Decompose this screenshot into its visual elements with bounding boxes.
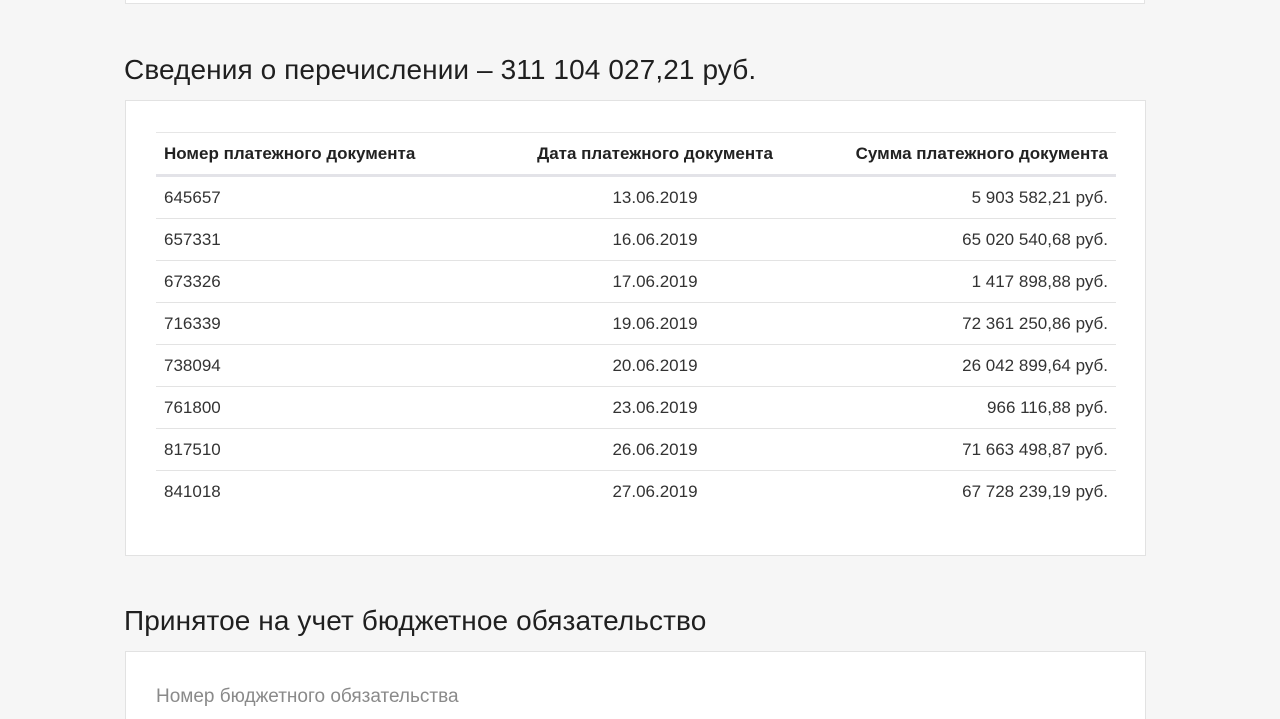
payment-number: 657331 (156, 218, 482, 261)
payment-date: 19.06.2019 (482, 302, 828, 345)
payment-number: 716339 (156, 302, 482, 345)
table-row: 645657 13.06.2019 5 903 582,21 руб. (156, 175, 1116, 219)
payment-date: 16.06.2019 (482, 218, 828, 261)
table-row: 761800 23.06.2019 966 116,88 руб. (156, 386, 1116, 429)
payments-table-header: Номер платежного документа Дата платежно… (156, 132, 1116, 177)
transfers-card: Номер платежного документа Дата платежно… (125, 100, 1146, 556)
payment-amount: 65 020 540,68 руб. (828, 218, 1116, 261)
payment-amount: 5 903 582,21 руб. (828, 175, 1116, 219)
payment-date: 13.06.2019 (482, 175, 828, 219)
payments-table-body: 645657 13.06.2019 5 903 582,21 руб. 6573… (156, 175, 1116, 513)
previous-section-card (125, 0, 1145, 4)
payment-date: 26.06.2019 (482, 428, 828, 471)
table-row: 673326 17.06.2019 1 417 898,88 руб. (156, 260, 1116, 303)
payment-number: 841018 (164, 481, 221, 501)
payment-date: 17.06.2019 (482, 260, 828, 303)
payment-date: 23.06.2019 (482, 386, 828, 429)
payment-amount: 966 116,88 руб. (828, 386, 1116, 429)
payment-date: 20.06.2019 (482, 344, 828, 387)
payment-amount: 26 042 899,64 руб. (828, 344, 1116, 387)
payment-amount: 1 417 898,88 руб. (828, 260, 1116, 303)
payment-amount: 71 663 498,87 руб. (828, 428, 1116, 471)
table-row: 841018 27.06.2019 67 728 239,19 руб. (156, 471, 1116, 513)
obligation-number-label: Номер бюджетного обязательства (156, 686, 459, 707)
obligation-title: Принятое на учет бюджетное обязательство (124, 605, 707, 636)
column-header-number: Номер платежного документа (156, 132, 482, 177)
table-row: 817510 26.06.2019 71 663 498,87 руб. (156, 428, 1116, 471)
column-header-date: Дата платежного документа (482, 132, 828, 177)
page: Сведения о перечислении – 311 104 027,21… (0, 0, 1280, 719)
payment-number: 645657 (156, 175, 482, 219)
obligation-card: Номер бюджетного обязательства (125, 651, 1146, 719)
table-row: 738094 20.06.2019 26 042 899,64 руб. (156, 344, 1116, 387)
header-row: Номер платежного документа Дата платежно… (156, 132, 1116, 177)
payment-number: 761800 (156, 386, 482, 429)
payments-table: Номер платежного документа Дата платежно… (156, 132, 1116, 512)
table-row: 657331 16.06.2019 65 020 540,68 руб. (156, 218, 1116, 261)
payment-number: 673326 (156, 260, 482, 303)
transfers-title: Сведения о перечислении – 311 104 027,21… (124, 54, 757, 85)
payment-number: 817510 (156, 428, 482, 471)
payment-number: 738094 (156, 344, 482, 387)
payment-date: 27.06.2019 (612, 481, 698, 501)
table-row: 716339 19.06.2019 72 361 250,86 руб. (156, 302, 1116, 345)
payment-amount: 67 728 239,19 руб. (962, 481, 1108, 501)
payment-amount: 72 361 250,86 руб. (828, 302, 1116, 345)
column-header-amount: Сумма платежного документа (828, 132, 1116, 177)
